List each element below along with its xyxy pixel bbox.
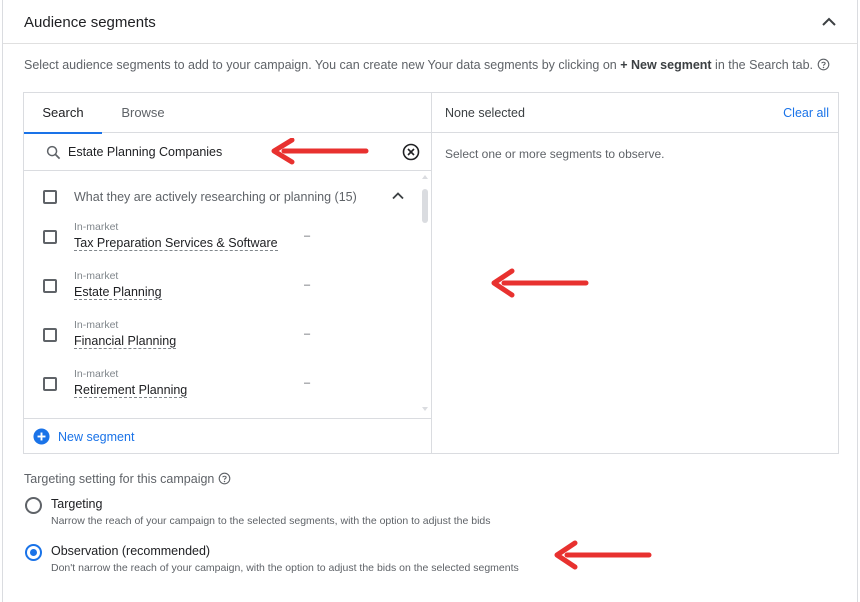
audience-segments-card: Audience segments Select audience segmen… xyxy=(2,0,858,602)
description-text-end: in the Search tab. xyxy=(711,58,814,72)
segment-reach: – xyxy=(304,328,311,340)
segment-name[interactable]: Tax Preparation Services & Software xyxy=(74,236,278,251)
clear-circle-icon[interactable] xyxy=(402,143,420,161)
chevron-up-icon[interactable] xyxy=(390,188,406,204)
red-arrow-icon xyxy=(491,268,589,298)
list-item[interactable]: In-market Estate Planning – xyxy=(24,263,419,312)
list-item[interactable]: In-market Financial Planning – xyxy=(24,312,419,361)
segment-reach: – xyxy=(304,230,311,242)
segment-name[interactable]: Retirement Planning xyxy=(74,383,188,398)
scrollbar-thumb[interactable] xyxy=(422,189,428,223)
segment-category: In-market xyxy=(74,270,119,282)
tab-bar: Search Browse xyxy=(24,93,431,134)
selected-header: None selected Clear all xyxy=(432,93,838,133)
segment-name[interactable]: Estate Planning xyxy=(74,285,162,300)
list-item[interactable]: In-market Retirement Planning – xyxy=(24,361,419,410)
segment-checkbox[interactable] xyxy=(43,279,57,293)
search-icon xyxy=(46,145,61,160)
targeting-setting-label: Targeting setting for this campaign xyxy=(24,472,231,486)
observation-option-label[interactable]: Observation (recommended) xyxy=(51,544,210,558)
description-text: Select audience segments to add to your … xyxy=(24,58,621,72)
list-item[interactable]: In-market Tax Preparation Services & Sof… xyxy=(24,214,419,263)
segment-category: In-market xyxy=(74,368,119,380)
clear-all-button[interactable]: Clear all xyxy=(783,106,829,120)
add-circle-icon xyxy=(33,428,50,445)
segment-checkbox[interactable] xyxy=(43,230,57,244)
segment-reach: – xyxy=(304,377,311,389)
segment-list: What they are actively researching or pl… xyxy=(24,171,431,418)
chevron-up-icon[interactable] xyxy=(819,12,839,32)
group-label: What they are actively researching or pl… xyxy=(74,190,357,204)
segment-name[interactable]: Financial Planning xyxy=(74,334,177,349)
targeting-option-description: Narrow the reach of your campaign to the… xyxy=(51,515,491,527)
help-circle-icon[interactable] xyxy=(817,58,830,71)
segment-checkbox[interactable] xyxy=(43,377,57,391)
segment-picker: Search Browse What they are actively res… xyxy=(23,92,839,454)
segment-category: In-market xyxy=(74,221,119,233)
selection-status: None selected xyxy=(445,106,525,120)
tab-browse[interactable]: Browse xyxy=(104,93,182,132)
targeting-setting-text: Targeting setting for this campaign xyxy=(24,472,215,486)
empty-selection-hint: Select one or more segments to observe. xyxy=(445,147,665,161)
observation-option-description: Don't narrow the reach of your campaign,… xyxy=(51,562,519,574)
tab-search[interactable]: Search xyxy=(24,93,102,134)
section-header[interactable]: Audience segments xyxy=(3,0,857,44)
segment-checkbox[interactable] xyxy=(43,328,57,342)
new-segment-label: New segment xyxy=(58,430,135,444)
group-checkbox[interactable] xyxy=(43,190,57,204)
section-description: Select audience segments to add to your … xyxy=(24,58,830,72)
red-arrow-icon xyxy=(271,138,369,165)
scroll-up-arrow[interactable] xyxy=(422,175,428,179)
scroll-down-arrow[interactable] xyxy=(422,407,428,411)
segment-search-pane: Search Browse What they are actively res… xyxy=(24,93,432,453)
help-circle-icon[interactable] xyxy=(218,472,231,485)
section-title: Audience segments xyxy=(24,14,156,31)
description-new-segment-emphasis: + New segment xyxy=(620,58,712,72)
segment-reach: – xyxy=(304,279,311,291)
targeting-radio[interactable] xyxy=(25,497,42,514)
observation-radio[interactable] xyxy=(25,544,42,561)
segment-category: In-market xyxy=(74,319,119,331)
red-arrow-icon xyxy=(554,540,652,570)
new-segment-button[interactable]: New segment xyxy=(24,418,431,454)
targeting-option-label[interactable]: Targeting xyxy=(51,497,102,511)
